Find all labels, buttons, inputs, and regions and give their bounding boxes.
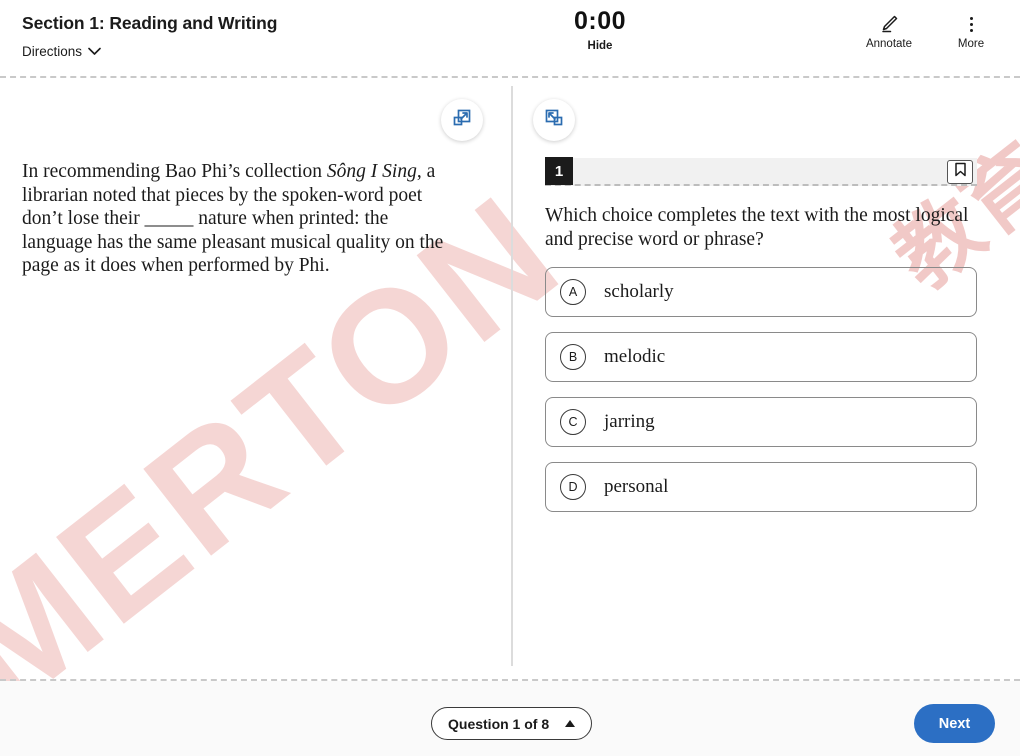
question-stem: Which choice completes the text with the… — [545, 205, 969, 250]
directions-toggle[interactable]: Directions — [22, 44, 101, 59]
hide-timer-button[interactable]: Hide — [588, 40, 613, 52]
question-number-badge: 1 — [545, 157, 573, 185]
pencil-icon — [858, 12, 920, 36]
answer-choices-list: A scholarly B melodic C jarring D person… — [545, 267, 977, 512]
expand-passage-button[interactable] — [441, 99, 483, 141]
passage-book-title: Sông I Sing — [326, 161, 417, 182]
header-divider — [0, 76, 1020, 78]
content-area: In recommending Bao Phi’s collection Sôn… — [0, 78, 1020, 679]
annotate-label: Annotate — [865, 38, 913, 50]
bookmark-button[interactable] — [947, 160, 973, 184]
passage-pane: In recommending Bao Phi’s collection Sôn… — [0, 78, 512, 679]
choice-letter-c: C — [560, 409, 586, 435]
question-block: 1 Which choice completes the text with t… — [545, 157, 977, 527]
question-selector-label: Question 1 of 8 — [448, 715, 550, 732]
collapse-arrow-icon — [544, 108, 564, 133]
choice-letter-d: D — [560, 474, 586, 500]
passage-part-1: In recommending Bao Phi’s collection — [22, 161, 327, 182]
directions-label: Directions — [22, 44, 83, 59]
header-left-group: Section 1: Reading and Writing Direction… — [0, 0, 430, 61]
question-header-bar: 1 — [545, 157, 977, 186]
answer-choice-c[interactable]: C jarring — [545, 397, 977, 447]
countdown-timer: 0:00 — [573, 7, 627, 35]
choice-letter-a: A — [560, 279, 586, 305]
test-app-window: MERTON 教育 Section 1: Reading and Writing… — [0, 0, 1020, 756]
passage-text: In recommending Bao Phi’s collection Sôn… — [22, 160, 462, 278]
answer-choice-a[interactable]: A scholarly — [545, 267, 977, 317]
caret-up-icon — [565, 720, 576, 727]
choice-text-a: scholarly — [604, 281, 674, 302]
kebab-menu-icon — [940, 12, 1002, 36]
header-tools-group: Annotate More — [770, 0, 1020, 50]
more-button[interactable]: More — [940, 12, 1002, 50]
question-pane: 1 Which choice completes the text with t… — [512, 78, 1020, 679]
question-selector-button[interactable]: Question 1 of 8 — [431, 707, 593, 740]
passage-blank: _____ — [144, 208, 194, 229]
answer-choice-b[interactable]: B melodic — [545, 332, 977, 382]
chevron-down-icon — [88, 47, 101, 56]
annotate-button[interactable]: Annotate — [858, 12, 920, 50]
choice-text-d: personal — [604, 476, 669, 497]
bookmark-icon — [954, 162, 967, 182]
collapse-question-button[interactable] — [533, 99, 575, 141]
pane-divider — [511, 86, 513, 666]
answer-choice-d[interactable]: D personal — [545, 462, 977, 512]
expand-arrow-icon — [452, 108, 472, 133]
choice-letter-b: B — [560, 344, 586, 370]
more-label: More — [957, 38, 985, 50]
page-title: Section 1: Reading and Writing — [22, 13, 278, 33]
app-footer: Question 1 of 8 Next — [0, 681, 1020, 756]
app-header: Section 1: Reading and Writing Direction… — [0, 0, 1020, 77]
choice-text-c: jarring — [604, 411, 655, 432]
choice-text-b: melodic — [604, 346, 666, 367]
timer-group: 0:00 Hide — [430, 0, 770, 54]
next-button[interactable]: Next — [914, 704, 995, 743]
